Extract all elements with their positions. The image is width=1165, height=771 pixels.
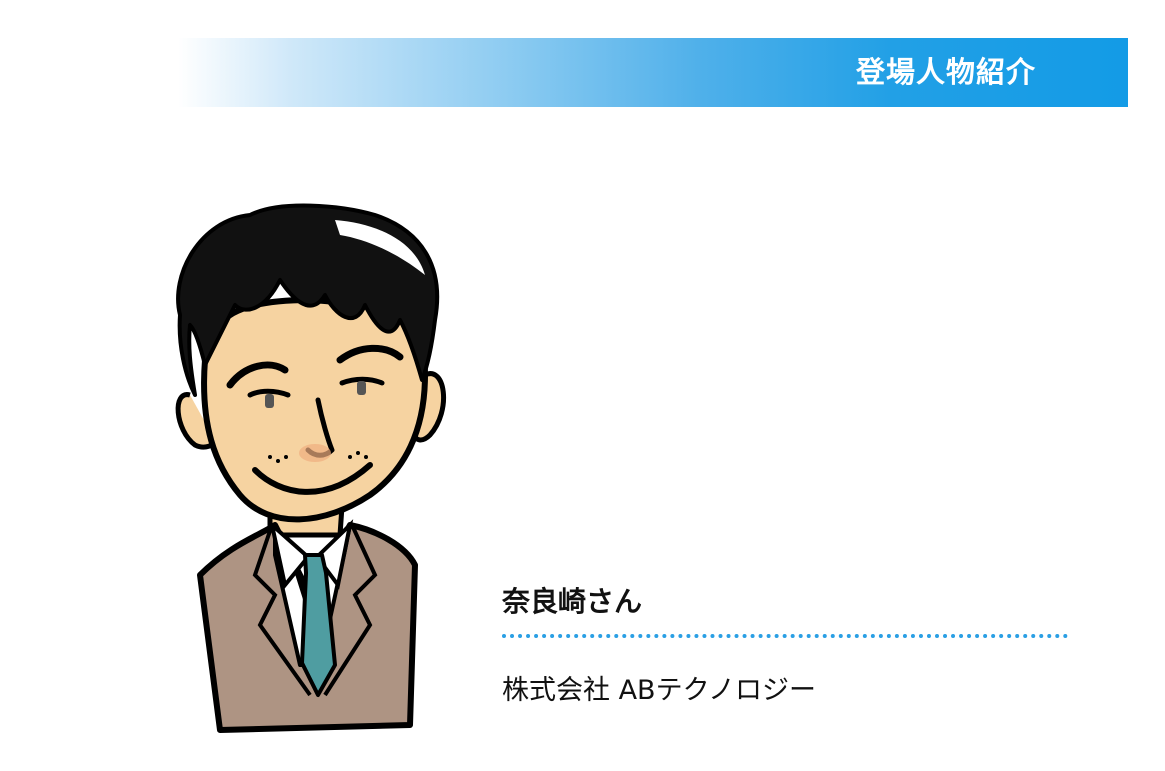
character-company: 株式会社 ABテクノロジー xyxy=(502,675,816,706)
character-name: 奈良崎さん xyxy=(502,585,643,618)
dotted-divider xyxy=(502,634,1068,638)
pupil-left xyxy=(265,394,274,408)
nose-shadow xyxy=(299,444,331,462)
banner-title: 登場人物紹介 xyxy=(855,55,1036,89)
pupil-right xyxy=(357,381,366,395)
character-illustration xyxy=(175,203,447,733)
page: 登場人物紹介 奈良崎さん 株式会社 ABテクノロジー xyxy=(0,0,1165,771)
header-banner: 登場人物紹介 xyxy=(178,38,1128,107)
